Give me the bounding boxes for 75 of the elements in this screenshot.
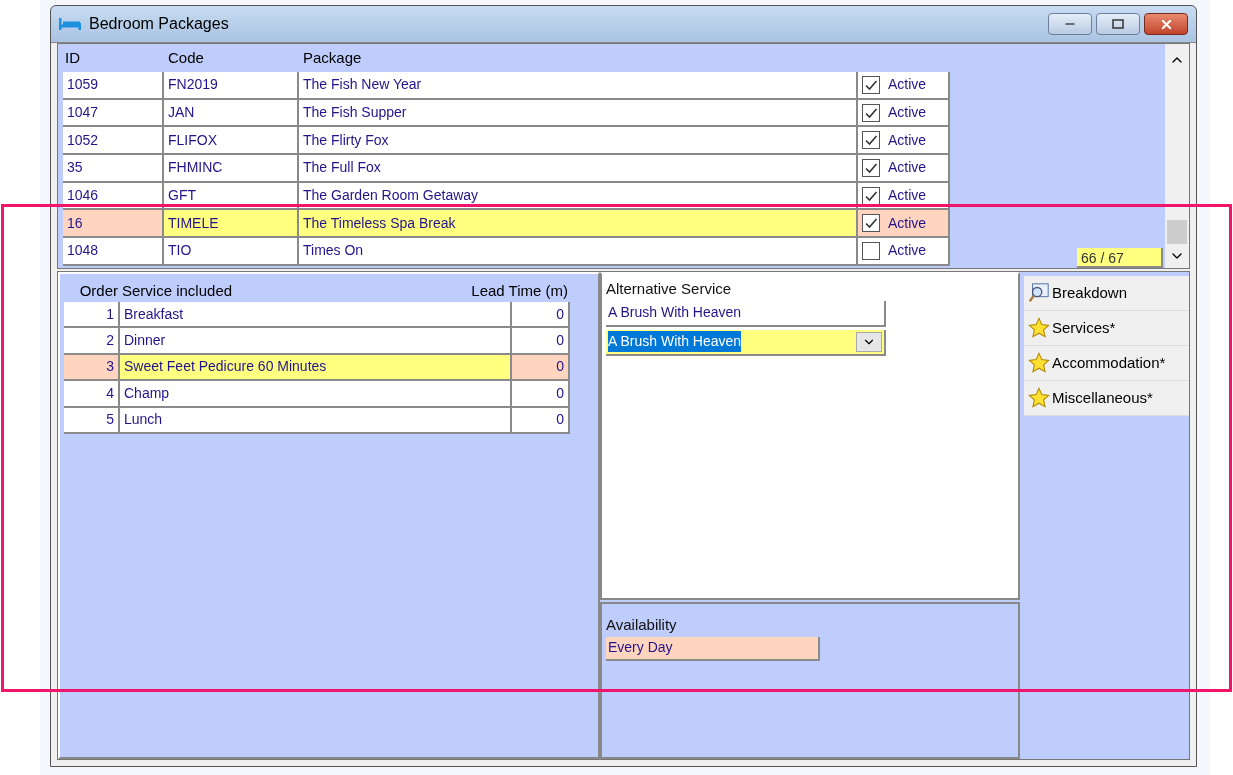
table-cell[interactable]: 0: [512, 328, 570, 355]
maximize-icon: [1112, 19, 1124, 29]
table-cell[interactable]: 35: [63, 155, 164, 183]
star-icon: [1028, 352, 1050, 374]
magnifier-icon: [1028, 282, 1050, 304]
checkbox-label[interactable]: Active: [888, 212, 927, 234]
maximize-button[interactable]: [1096, 13, 1140, 35]
checkbox[interactable]: [862, 103, 880, 122]
side-button[interactable]: Breakdown: [1024, 276, 1189, 311]
column-header: Package: [302, 47, 362, 68]
table-cell[interactable]: TIO: [164, 238, 299, 266]
checkbox[interactable]: [862, 158, 880, 177]
table-cell[interactable]: The Timeless Spa Break: [299, 210, 858, 239]
checkbox[interactable]: [862, 241, 880, 260]
table-cell[interactable]: Champ: [120, 381, 512, 408]
column-header: ID: [64, 47, 81, 68]
table-cell[interactable]: FN2019: [164, 72, 299, 100]
table-cell[interactable]: The Fish New Year: [299, 72, 858, 100]
star-icon: [1028, 387, 1050, 409]
checkbox[interactable]: [862, 186, 880, 205]
side-button[interactable]: Miscellaneous*: [1024, 381, 1189, 416]
table-cell[interactable]: The Full Fox: [299, 155, 858, 183]
alternative-service-value: A Brush With Heaven: [606, 300, 886, 327]
checkbox-label[interactable]: Active: [888, 74, 927, 96]
field-label: Alternative Service: [606, 279, 733, 299]
checkbox-label[interactable]: Active: [888, 129, 927, 151]
table-cell[interactable]: 1: [64, 302, 120, 329]
table-cell[interactable]: FHMINC: [164, 155, 299, 183]
table-cell[interactable]: 1052: [63, 127, 164, 156]
table-cell[interactable]: 3: [64, 354, 120, 382]
checkbox[interactable]: [862, 214, 880, 233]
bed-icon: [59, 17, 81, 31]
window-title: Bedroom Packages: [89, 14, 229, 34]
checkbox-label[interactable]: Active: [888, 240, 927, 262]
table-cell[interactable]: JAN: [164, 99, 299, 128]
table-cell[interactable]: 0: [512, 354, 570, 382]
column-header: Service included: [121, 280, 234, 301]
minimize-button[interactable]: [1048, 13, 1092, 35]
side-button[interactable]: Services*: [1024, 311, 1189, 346]
scroll-thumb[interactable]: [1167, 220, 1187, 244]
table-cell[interactable]: The Flirty Fox: [299, 127, 858, 156]
table-cell[interactable]: 0: [512, 407, 570, 434]
scrollbar[interactable]: [1165, 44, 1189, 268]
star-icon: [1028, 317, 1050, 339]
table-cell[interactable]: Dinner: [120, 328, 512, 355]
column-header: Order: [78, 280, 119, 301]
table-cell[interactable]: The Fish Supper: [299, 99, 858, 128]
checkbox-label[interactable]: Active: [888, 102, 927, 124]
checkbox-label[interactable]: Active: [888, 185, 927, 207]
table-cell[interactable]: Sweet Feet Pedicure 60 Minutes: [120, 354, 512, 382]
column-header: Lead Time (m): [470, 280, 569, 301]
field-label: Availability: [606, 615, 678, 635]
column-header: Code: [167, 47, 205, 68]
checkbox[interactable]: [862, 75, 880, 94]
table-cell[interactable]: 0: [512, 381, 570, 408]
table-cell[interactable]: 4: [64, 381, 120, 408]
table-cell[interactable]: Times On: [299, 238, 858, 266]
table-cell[interactable]: TIMELE: [164, 210, 299, 239]
record-counter: 66 / 67: [1077, 248, 1163, 268]
close-button[interactable]: [1144, 13, 1188, 35]
table-cell[interactable]: Lunch: [120, 407, 512, 434]
availability-field[interactable]: Every Day: [606, 636, 820, 661]
table-cell[interactable]: 1048: [63, 238, 164, 266]
checkbox-label[interactable]: Active: [888, 157, 927, 179]
table-cell[interactable]: 1059: [63, 72, 164, 100]
table-cell[interactable]: Breakfast: [120, 302, 512, 329]
table-cell[interactable]: 1047: [63, 99, 164, 128]
table-cell[interactable]: 0: [512, 302, 570, 329]
table-cell[interactable]: 2: [64, 328, 120, 355]
checkbox[interactable]: [862, 131, 880, 150]
alternative-service-dropdown[interactable]: A Brush With Heaven: [606, 329, 886, 356]
table-cell[interactable]: 5: [64, 407, 120, 434]
side-button[interactable]: Accommodation*: [1024, 346, 1189, 381]
table-cell[interactable]: 16: [63, 210, 164, 239]
table-cell[interactable]: FLIFOX: [164, 127, 299, 156]
